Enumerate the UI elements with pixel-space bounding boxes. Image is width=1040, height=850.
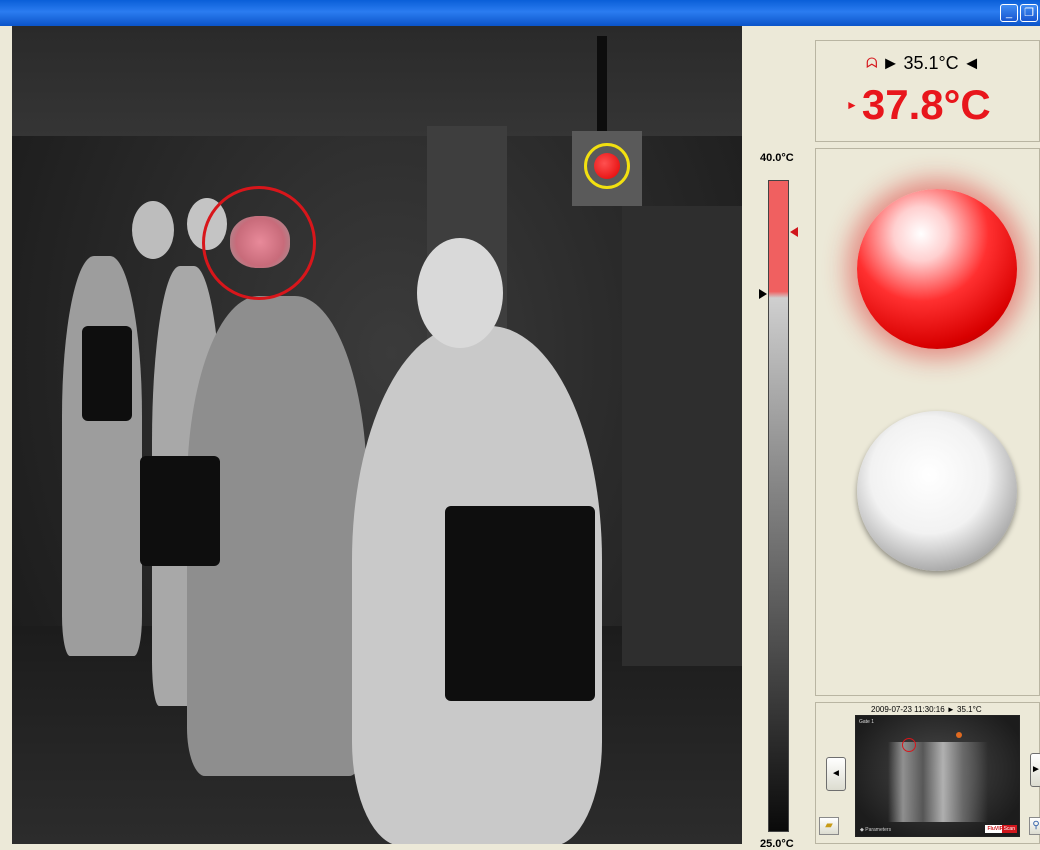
snapshot-logo-scan: Scan [1001,825,1017,833]
ceiling [12,26,742,136]
person-far-left [62,256,142,656]
snapshot-parameters: ◆ Parameters [860,827,892,833]
minimize-icon[interactable]: _ [1000,4,1018,22]
restore-icon[interactable]: ❐ [1020,4,1038,22]
temperature-readout-panel: ᗣ ► 35.1°C ◄ ► 37.8°C [815,40,1040,142]
reference-source-icon: ᗣ [866,55,878,71]
reference-right-arrow: ◄ [962,53,981,73]
measured-temp-value: 37.8°C [861,81,991,128]
reference-temp-line: ᗣ ► 35.1°C ◄ [866,53,981,74]
reference-temp-marker [759,289,767,299]
snapshot-reference-dot [956,732,962,738]
previous-snapshot-button[interactable]: ◄ [826,757,846,791]
snapshot-face-marker [902,738,916,752]
scale-min-label: 25.0°C [760,838,794,850]
reference-temp-value: 35.1°C [903,53,959,73]
magnifier-icon[interactable]: ⚲ [1029,817,1040,835]
person-woman-head [417,238,503,348]
snapshot-caption: 2009-07-23 11:30:16 ► 35.1°C [871,705,982,714]
white-status-light [857,411,1017,571]
measured-temp-marker [790,227,798,237]
measured-arrow: ► [846,98,858,112]
folder-icon[interactable]: ▰ [819,817,839,835]
reference-left-arrow: ► [881,53,900,73]
red-alarm-light [857,189,1017,349]
fever-face-marker [202,186,316,300]
background-wall [622,206,742,666]
thermal-camera-view [12,26,742,844]
reference-marker [584,143,630,189]
alarm-lights-panel [815,148,1040,696]
snapshot-panel: 2009-07-23 11:30:16 ► 35.1°C ◄ Gate 1 ◆ … [815,702,1040,844]
bag-right [445,506,595,701]
snapshot-gate-label: Gate 1 [859,719,875,725]
next-snapshot-button[interactable]: ► [1030,753,1040,787]
person-far-left-head [132,201,174,259]
reference-dot [594,153,620,179]
snapshot-thumbnail[interactable]: Gate 1 ◆ Parameters FluVIP Scan [855,715,1020,837]
scale-max-label: 40.0°C [760,152,794,164]
hanging-pole [597,36,607,136]
window-controls: _ ❐ [1000,4,1038,22]
measured-temp-line: ► 37.8°C [846,81,991,129]
temperature-scale-bar [768,180,789,832]
bag-middle [140,456,220,566]
snapshot-people [888,742,988,822]
window-title-bar: _ ❐ [0,0,1040,26]
bag-left [82,326,132,421]
